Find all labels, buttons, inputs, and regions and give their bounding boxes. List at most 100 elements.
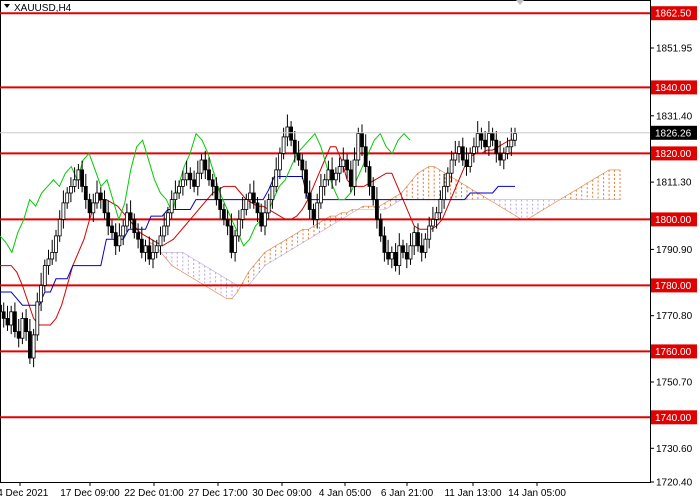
- candle-body[interactable]: [169, 199, 174, 214]
- candle-body[interactable]: [471, 146, 476, 154]
- candle-body[interactable]: [192, 179, 197, 187]
- candle-body[interactable]: [374, 199, 379, 220]
- candle-body[interactable]: [20, 317, 25, 339]
- candle-body[interactable]: [412, 232, 417, 247]
- candle-body[interactable]: [274, 169, 279, 187]
- candle-body[interactable]: [486, 133, 491, 148]
- candle-body[interactable]: [430, 218, 435, 227]
- candle-body[interactable]: [42, 265, 47, 286]
- candle-body[interactable]: [102, 199, 107, 214]
- candle-body[interactable]: [98, 192, 103, 200]
- candle-body[interactable]: [221, 209, 226, 220]
- candle-body[interactable]: [277, 152, 282, 171]
- candle-body[interactable]: [61, 202, 66, 220]
- candle-body[interactable]: [177, 185, 182, 194]
- candle-body[interactable]: [289, 126, 294, 141]
- candle-body[interactable]: [505, 146, 510, 154]
- candle-body[interactable]: [311, 209, 316, 220]
- candle-body[interactable]: [382, 235, 387, 253]
- candle-body[interactable]: [498, 152, 503, 161]
- candle-body[interactable]: [270, 185, 275, 200]
- candle-body[interactable]: [457, 146, 461, 154]
- candle-body[interactable]: [91, 202, 96, 214]
- candle-body[interactable]: [386, 251, 391, 260]
- candle-body[interactable]: [95, 192, 99, 204]
- candle-body[interactable]: [83, 185, 88, 200]
- candle-body[interactable]: [80, 169, 84, 187]
- candle-body[interactable]: [423, 238, 428, 253]
- candle-body[interactable]: [315, 202, 320, 220]
- candle-body[interactable]: [285, 126, 290, 138]
- candle-body[interactable]: [326, 169, 331, 181]
- candle-body[interactable]: [393, 251, 398, 266]
- candle-body[interactable]: [404, 251, 409, 260]
- candle-body[interactable]: [128, 212, 133, 220]
- candle-body[interactable]: [136, 232, 141, 240]
- candle-body[interactable]: [203, 159, 208, 171]
- candle-body[interactable]: [494, 139, 499, 154]
- candle-body[interactable]: [240, 209, 245, 220]
- candle-body[interactable]: [464, 159, 469, 167]
- candle-body[interactable]: [87, 199, 92, 214]
- candle-body[interactable]: [360, 133, 364, 148]
- candle-body[interactable]: [110, 225, 114, 233]
- candle-body[interactable]: [251, 192, 256, 204]
- candle-body[interactable]: [188, 172, 193, 181]
- candle-body[interactable]: [408, 245, 413, 260]
- candle-body[interactable]: [117, 235, 122, 247]
- candle-body[interactable]: [513, 133, 517, 141]
- candle-body[interactable]: [438, 199, 443, 214]
- candle-body[interactable]: [427, 225, 432, 240]
- candle-body[interactable]: [39, 284, 43, 303]
- candle-body[interactable]: [72, 179, 77, 187]
- candle-body[interactable]: [65, 192, 70, 204]
- candle-body[interactable]: [479, 133, 484, 141]
- candle-body[interactable]: [483, 139, 488, 148]
- candle-body[interactable]: [378, 218, 383, 237]
- candle-body[interactable]: [69, 185, 73, 194]
- candle-body[interactable]: [214, 185, 219, 200]
- candle-body[interactable]: [12, 311, 17, 332]
- candle-body[interactable]: [475, 133, 480, 148]
- chart-canvas[interactable]: XAUUSD,H4 1851.951841.001831.401820.8518…: [0, 0, 700, 500]
- candle-body[interactable]: [57, 218, 62, 237]
- candle-body[interactable]: [263, 212, 267, 227]
- candle-body[interactable]: [434, 212, 439, 220]
- candle-body[interactable]: [46, 258, 51, 266]
- candle-body[interactable]: [468, 152, 473, 167]
- chart-shift-marker-icon[interactable]: [516, 0, 524, 5]
- candle-body[interactable]: [236, 218, 241, 237]
- candle-body[interactable]: [296, 152, 301, 161]
- candle-body[interactable]: [348, 169, 353, 187]
- candle-body[interactable]: [318, 185, 323, 204]
- candle-body[interactable]: [266, 199, 271, 214]
- candle-body[interactable]: [1, 311, 6, 319]
- candle-body[interactable]: [173, 192, 178, 200]
- candle-body[interactable]: [397, 245, 402, 267]
- candle-body[interactable]: [371, 185, 376, 200]
- candle-body[interactable]: [244, 199, 249, 210]
- candle-body[interactable]: [337, 166, 342, 174]
- candle-body[interactable]: [509, 139, 514, 148]
- candle-body[interactable]: [147, 245, 152, 260]
- candle-body[interactable]: [76, 169, 81, 181]
- candle-body[interactable]: [180, 179, 185, 187]
- candle-body[interactable]: [345, 159, 350, 171]
- candle-body[interactable]: [307, 192, 312, 210]
- candle-body[interactable]: [50, 251, 55, 260]
- candle-body[interactable]: [356, 133, 361, 161]
- candle-body[interactable]: [154, 245, 159, 253]
- candle-body[interactable]: [233, 235, 238, 253]
- candle-body[interactable]: [401, 245, 405, 253]
- candle-body[interactable]: [199, 159, 204, 174]
- candle-body[interactable]: [158, 235, 163, 247]
- candle-body[interactable]: [352, 159, 357, 187]
- candle-body[interactable]: [322, 179, 327, 187]
- candle-body[interactable]: [229, 225, 234, 253]
- candle-body[interactable]: [106, 212, 111, 227]
- candle-body[interactable]: [139, 238, 144, 253]
- candle-body[interactable]: [330, 169, 335, 181]
- candle-body[interactable]: [225, 218, 230, 227]
- candle-body[interactable]: [27, 331, 32, 359]
- candle-body[interactable]: [24, 317, 29, 332]
